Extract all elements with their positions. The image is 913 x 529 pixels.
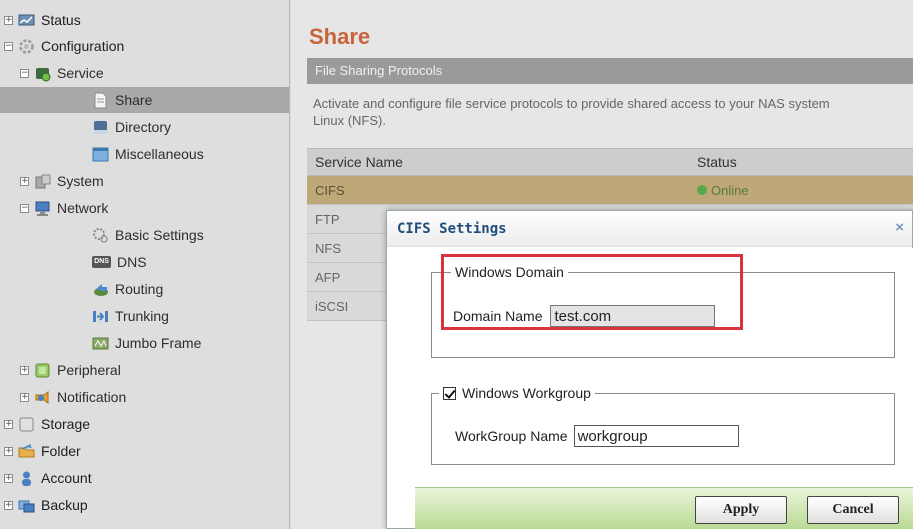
cifs-settings-dialog: CIFS Settings × Windows Domain Domain Na…	[386, 210, 913, 529]
sidebar-item-label: Storage	[41, 416, 91, 432]
expand-toggle-icon[interactable]: +	[20, 392, 29, 402]
sidebar-item-label: Peripheral	[57, 362, 121, 378]
close-icon[interactable]: ×	[895, 219, 904, 236]
sidebar-item-backup[interactable]: + Backup	[4, 492, 88, 518]
windows-workgroup-legend: Windows Workgroup	[439, 385, 595, 401]
workgroup-name-row: WorkGroup Name	[455, 425, 739, 447]
service-name-cell: CIFS	[315, 182, 345, 198]
sidebar-item-label: Share	[115, 92, 153, 108]
system-icon	[35, 174, 51, 188]
network-icon	[35, 201, 50, 216]
description-line: Linux (NFS).	[313, 113, 386, 128]
dialog-header[interactable]: CIFS Settings	[387, 211, 912, 247]
cancel-button[interactable]: Cancel	[807, 496, 899, 524]
dialog-footer: Apply Cancel	[415, 487, 913, 529]
backup-icon	[18, 500, 35, 512]
collapse-toggle-icon[interactable]: −	[20, 68, 29, 78]
sidebar-item-account[interactable]: + Account	[4, 465, 92, 491]
sidebar-item-share[interactable]: Share	[0, 87, 289, 113]
dialog-title: CIFS Settings	[397, 220, 507, 237]
sidebar-item-miscellaneous[interactable]: Miscellaneous	[92, 141, 204, 167]
miscellaneous-icon	[92, 147, 109, 161]
account-icon	[22, 471, 31, 486]
sidebar-item-system[interactable]: + System	[20, 168, 104, 194]
notification-icon	[35, 390, 49, 404]
sidebar-item-label: Trunking	[115, 308, 169, 324]
directory-icon	[94, 120, 107, 134]
collapse-toggle-icon[interactable]: −	[4, 41, 13, 51]
page-title: Share	[309, 24, 371, 49]
jumbo-frame-icon	[92, 337, 109, 349]
description-line: Activate and configure file service prot…	[313, 96, 830, 111]
sidebar-item-label: Account	[41, 470, 92, 486]
sidebar-item-folder[interactable]: + Folder	[4, 438, 81, 464]
routing-icon	[94, 283, 108, 296]
sidebar-item-label: Basic Settings	[115, 227, 204, 243]
sidebar-item-label: Routing	[115, 281, 164, 297]
dialog-body: Windows Domain Domain Name Windows Workg…	[415, 248, 913, 487]
sidebar-item-label: Jumbo Frame	[115, 335, 202, 351]
sidebar-item-network[interactable]: − Network	[20, 195, 108, 221]
sidebar-item-peripheral[interactable]: + Peripheral	[20, 357, 121, 383]
configuration-icon	[19, 38, 34, 54]
highlight-box	[441, 254, 743, 330]
share-icon	[94, 92, 107, 108]
sidebar-item-service[interactable]: − Service	[20, 60, 104, 86]
expand-toggle-icon[interactable]: +	[4, 15, 13, 25]
sidebar-item-routing[interactable]: Routing	[92, 276, 163, 302]
section-description: Activate and configure file service prot…	[313, 95, 913, 129]
sidebar-item-jumbo-frame[interactable]: Jumbo Frame	[92, 330, 201, 356]
sidebar-item-label: Configuration	[41, 38, 125, 54]
expand-toggle-icon[interactable]: +	[20, 176, 29, 186]
service-icon	[36, 67, 51, 81]
sidebar-item-notification[interactable]: + Notification	[20, 384, 126, 410]
sidebar-item-basic-settings[interactable]: Basic Settings	[92, 222, 204, 248]
expand-toggle-icon[interactable]: +	[4, 419, 13, 429]
basic-settings-icon	[93, 227, 108, 243]
windows-workgroup-checkbox[interactable]	[443, 386, 456, 400]
sidebar-item-label: Notification	[57, 389, 127, 405]
workgroup-name-label: WorkGroup Name	[455, 428, 568, 444]
peripheral-icon	[35, 363, 50, 377]
status-icon	[18, 14, 35, 25]
sidebar-item-label: Network	[57, 200, 109, 216]
trunking-icon	[93, 310, 108, 322]
table-header: Service Name Status	[307, 148, 913, 176]
expand-toggle-icon[interactable]: +	[4, 473, 13, 483]
table-row[interactable]: CIFS Online	[307, 176, 913, 205]
section-header: File Sharing Protocols	[307, 58, 913, 84]
sidebar-item-dns[interactable]: DNS DNS	[92, 249, 147, 275]
folder-icon	[18, 443, 35, 457]
sidebar-item-label: Miscellaneous	[115, 146, 204, 162]
sidebar-item-label: DNS	[117, 254, 147, 270]
sidebar-item-configuration[interactable]: − Configuration	[4, 33, 124, 59]
workgroup-name-input[interactable]	[573, 425, 739, 447]
sidebar-item-label: Backup	[41, 497, 88, 513]
windows-workgroup-label: Windows Workgroup	[462, 385, 591, 401]
sidebar-item-storage[interactable]: + Storage	[4, 411, 90, 437]
sidebar-item-directory[interactable]: Directory	[92, 114, 171, 140]
collapse-toggle-icon[interactable]: −	[20, 203, 29, 213]
sidebar-item-label: Folder	[41, 443, 81, 459]
sidebar-item-status[interactable]: + Status	[4, 7, 81, 33]
column-header-status[interactable]: Status	[697, 154, 913, 170]
expand-toggle-icon[interactable]: +	[4, 500, 13, 510]
expand-toggle-icon[interactable]: +	[20, 365, 29, 375]
storage-icon	[19, 417, 34, 431]
column-header-service-name[interactable]: Service Name	[307, 154, 697, 170]
dns-icon: DNS	[92, 256, 111, 268]
status-text: Online	[711, 182, 749, 198]
sidebar-item-label: Status	[41, 12, 81, 28]
status-cell: Online	[697, 183, 913, 198]
sidebar-item-label: Directory	[115, 119, 172, 135]
sidebar-item-label: System	[57, 173, 104, 189]
sidebar-item-trunking[interactable]: Trunking	[92, 303, 169, 329]
expand-toggle-icon[interactable]: +	[4, 446, 13, 456]
apply-button[interactable]: Apply	[695, 496, 787, 524]
online-status-icon	[697, 185, 707, 195]
sidebar-item-label: Service	[57, 65, 104, 81]
sidebar-tree: + Status − Configuration − Service Share…	[0, 0, 290, 529]
